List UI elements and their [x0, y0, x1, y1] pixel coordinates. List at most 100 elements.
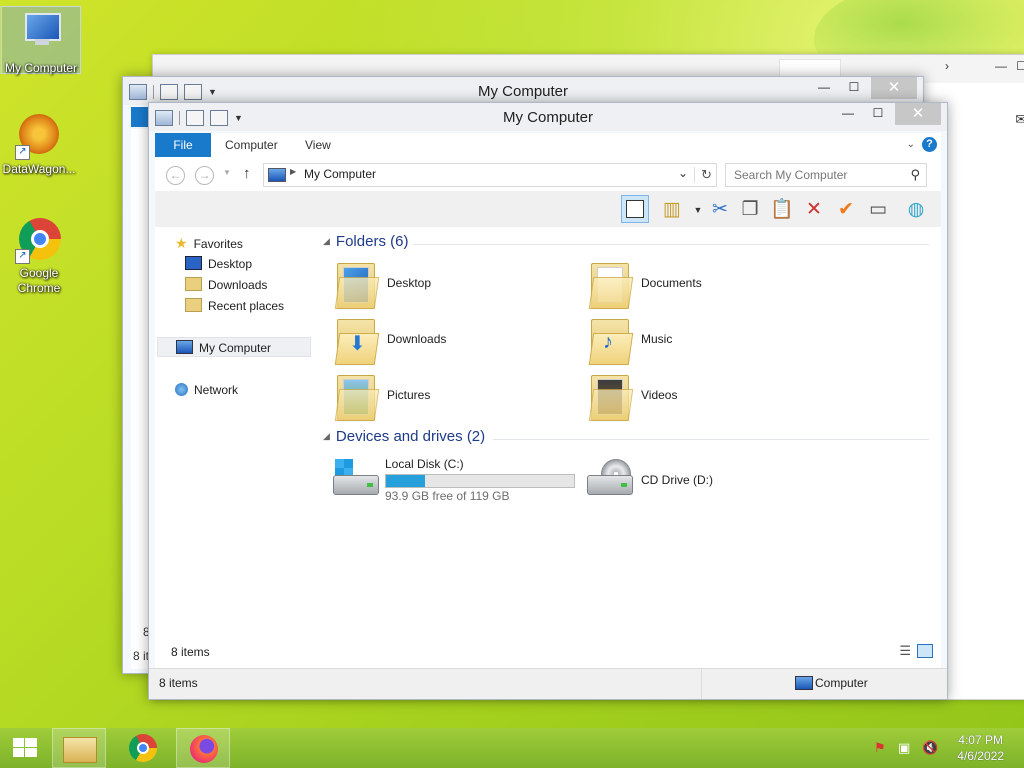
- nav-recent-places[interactable]: Recent places: [185, 296, 284, 316]
- folder-label: Documents: [641, 276, 702, 290]
- videos-folder-icon: [588, 371, 634, 421]
- details-view-icon[interactable]: ☰: [899, 643, 911, 659]
- minimize-button[interactable]: —: [833, 103, 863, 125]
- address-bar[interactable]: ▶ My Computer ⌄ ↻: [263, 163, 717, 187]
- breadcrumb-arrow-icon[interactable]: ▶: [290, 167, 296, 176]
- star-icon: ★: [175, 235, 188, 251]
- status-bar-inner: 8 items ☰: [155, 637, 941, 669]
- cd-drive-icon: [587, 457, 633, 501]
- collapse-icon[interactable]: ◢: [323, 431, 330, 441]
- computer-icon: [176, 340, 193, 354]
- folder-desktop[interactable]: Desktop: [334, 259, 555, 309]
- folder-label: Music: [641, 332, 673, 346]
- desktop-icon-label: Google Chrome: [17, 266, 61, 295]
- globe-icon[interactable]: ◍: [903, 197, 929, 223]
- back-button[interactable]: ←: [166, 166, 185, 185]
- preview-pane-icon[interactable]: [621, 195, 649, 223]
- chevron-right-icon[interactable]: ›: [945, 59, 949, 73]
- minimize-button[interactable]: —: [809, 77, 839, 99]
- folder-downloads[interactable]: ⬇ Downloads: [334, 315, 555, 365]
- shortcut-arrow-icon: ↗: [15, 145, 30, 160]
- desktop-icon-my-computer[interactable]: My Computer: [1, 6, 81, 75]
- group-label: Folders (6): [335, 233, 409, 250]
- menu-icon[interactable]: ✉: [1015, 111, 1024, 128]
- clock-date: 4/6/2022: [957, 749, 1004, 763]
- search-input[interactable]: Search My Computer ⚲: [725, 163, 927, 187]
- paste-icon[interactable]: 📋: [769, 197, 795, 223]
- delete-icon[interactable]: ✕: [801, 197, 827, 223]
- folder-music[interactable]: ♪ Music: [588, 315, 809, 365]
- taskbar-file-explorer[interactable]: [52, 728, 106, 768]
- desktop-icon: [185, 256, 202, 270]
- folder-label: Desktop: [387, 276, 432, 290]
- folders-group-header[interactable]: ◢ Folders (6): [323, 233, 408, 250]
- folder-label: Pictures: [387, 388, 431, 402]
- up-button[interactable]: ↑: [243, 165, 251, 182]
- chevron-down-icon[interactable]: ⌄: [678, 166, 688, 180]
- tab-view[interactable]: View: [305, 133, 331, 157]
- volume-muted-icon[interactable]: 🔇: [922, 740, 938, 756]
- status-items: 8 it: [133, 649, 150, 663]
- nav-network[interactable]: Network: [175, 380, 238, 400]
- help-icon[interactable]: ?: [922, 137, 937, 152]
- cut-icon[interactable]: ✂: [707, 197, 733, 223]
- close-button[interactable]: ✕: [871, 77, 917, 99]
- documents-folder-icon: [588, 259, 634, 309]
- explorer-window[interactable]: ▼ My Computer — ☐ ✕ File Computer View ⌄…: [148, 102, 948, 700]
- taskbar-firefox[interactable]: [176, 728, 230, 768]
- maximize-button[interactable]: ☐: [839, 77, 869, 99]
- refresh-icon[interactable]: ↻: [694, 167, 712, 183]
- collapse-icon[interactable]: ◢: [323, 236, 330, 246]
- folder-pictures[interactable]: Pictures: [334, 371, 555, 421]
- taskbar: ⚑ ▣ 🔇 4:07 PM 4/6/2022: [0, 728, 1024, 768]
- downloads-icon: [185, 277, 202, 291]
- drive-cd-d[interactable]: CD Drive (D:): [587, 457, 807, 507]
- address-text[interactable]: My Computer: [304, 167, 376, 181]
- maximize-icon[interactable]: ☐: [1016, 59, 1024, 73]
- search-icon[interactable]: ⚲: [910, 167, 920, 183]
- chrome-icon: ↗: [15, 216, 63, 264]
- nav-desktop[interactable]: Desktop: [185, 254, 252, 274]
- desktop-icon-chrome[interactable]: ↗ Google Chrome: [0, 210, 78, 296]
- nav-favorites[interactable]: ★ Favorites: [175, 233, 243, 253]
- taskbar-chrome[interactable]: [116, 728, 170, 768]
- group-divider: [493, 439, 929, 440]
- tab-computer[interactable]: Computer: [225, 133, 278, 157]
- desktop-icon-label: DataWagon...: [2, 162, 76, 176]
- pictures-folder-icon: [334, 371, 380, 421]
- drive-local-disk-c[interactable]: Local Disk (C:) 93.9 GB free of 119 GB: [333, 457, 593, 507]
- drives-group-header[interactable]: ◢ Devices and drives (2): [323, 428, 485, 445]
- chevron-down-icon[interactable]: ⌄: [907, 133, 915, 157]
- clock[interactable]: 4:07 PM 4/6/2022: [957, 732, 1004, 764]
- nav-label: Favorites: [193, 237, 243, 251]
- network-icon: [175, 383, 188, 396]
- network-tray-icon[interactable]: ▣: [898, 740, 910, 756]
- rename-icon[interactable]: ▭: [865, 197, 891, 223]
- nav-my-computer[interactable]: My Computer: [157, 337, 311, 357]
- nav-downloads[interactable]: Downloads: [185, 275, 267, 295]
- copy-icon[interactable]: ❐: [737, 197, 763, 223]
- drive-label: Local Disk (C:): [385, 457, 464, 471]
- recent-locations-icon[interactable]: ▼: [223, 168, 231, 177]
- large-icons-view-icon[interactable]: [917, 644, 933, 658]
- folder-videos[interactable]: Videos: [588, 371, 809, 421]
- navigation-pane: ★ Favorites Desktop Downloads Recent plac…: [155, 227, 315, 659]
- desktop-icon-datawagon[interactable]: ↗ DataWagon...: [0, 106, 78, 177]
- forward-button[interactable]: →: [195, 166, 214, 185]
- tab-file[interactable]: File: [155, 133, 211, 157]
- check-icon[interactable]: ✔: [833, 197, 859, 223]
- drive-usage-bar: [385, 474, 575, 488]
- folder-documents[interactable]: Documents: [588, 259, 809, 309]
- folder-icon: [63, 737, 97, 763]
- maximize-button[interactable]: ☐: [863, 103, 893, 125]
- drive-free-space: 93.9 GB free of 119 GB: [385, 489, 510, 503]
- properties-icon[interactable]: ▥: [659, 197, 685, 223]
- action-center-icon[interactable]: ⚑: [874, 740, 886, 756]
- close-button[interactable]: ✕: [895, 103, 941, 125]
- start-button[interactable]: [0, 728, 54, 768]
- item-count: 8 items: [171, 645, 210, 659]
- music-folder-icon: ♪: [588, 315, 634, 365]
- minimize-icon[interactable]: —: [995, 59, 1007, 73]
- datawagon-icon: ↗: [15, 112, 63, 160]
- hard-drive-icon: [333, 457, 379, 501]
